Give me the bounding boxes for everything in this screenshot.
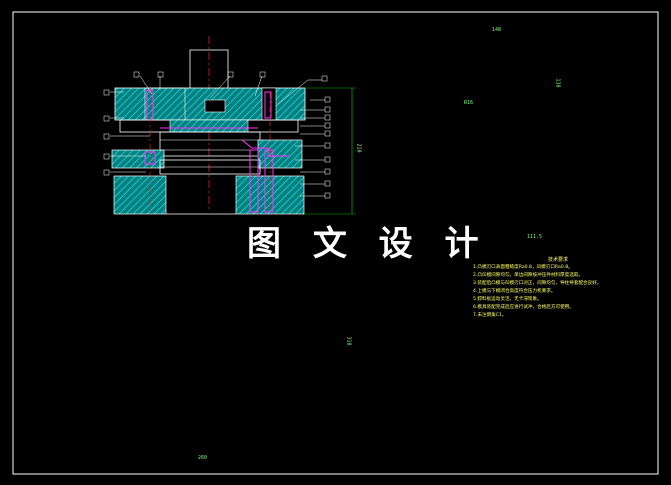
- dim-total-height: 210: [355, 143, 362, 153]
- tech-note-5: 5.卸料板运动灵活，无卡滞现象。: [473, 297, 542, 302]
- technical-requirements: 技术要求 1.凸模刃口表面粗糙度Ra0.8，凹模刃口Ra0.8。 2.凸凹模间隙…: [473, 256, 643, 340]
- tech-note-3: 3.装配后凸模与凹模刃口对正，间隙均匀，导柱导套配合良好。: [473, 281, 602, 286]
- dim-total-width: 260: [198, 455, 208, 461]
- tech-note-2: 2.凸凹模间隙均匀，单边间隙按冲压件材料厚度选取。: [473, 273, 584, 278]
- dim-blank-height: 138: [554, 78, 561, 88]
- dim-plate-length: 318: [345, 336, 352, 346]
- tech-note-6: 6.模具装配完成后应进行试冲，合格后方可使用。: [473, 305, 574, 310]
- tech-notes-title: 技术要求: [547, 257, 568, 263]
- dim-corner-radius: R16: [464, 100, 474, 106]
- tech-note-7: 7.未注倒角C1。: [473, 313, 507, 318]
- dim-strip-pitch: 111.5: [527, 234, 543, 240]
- die-section-view: [103, 36, 356, 215]
- dim-blank-width: 148: [492, 27, 502, 33]
- watermark-text: 图 文 设 计: [247, 224, 489, 264]
- tech-note-1: 1.凸模刃口表面粗糙度Ra0.8，凹模刃口Ra0.8。: [473, 265, 573, 270]
- tech-note-4: 4.上模与下模闭合高度符合压力机要求。: [473, 289, 556, 294]
